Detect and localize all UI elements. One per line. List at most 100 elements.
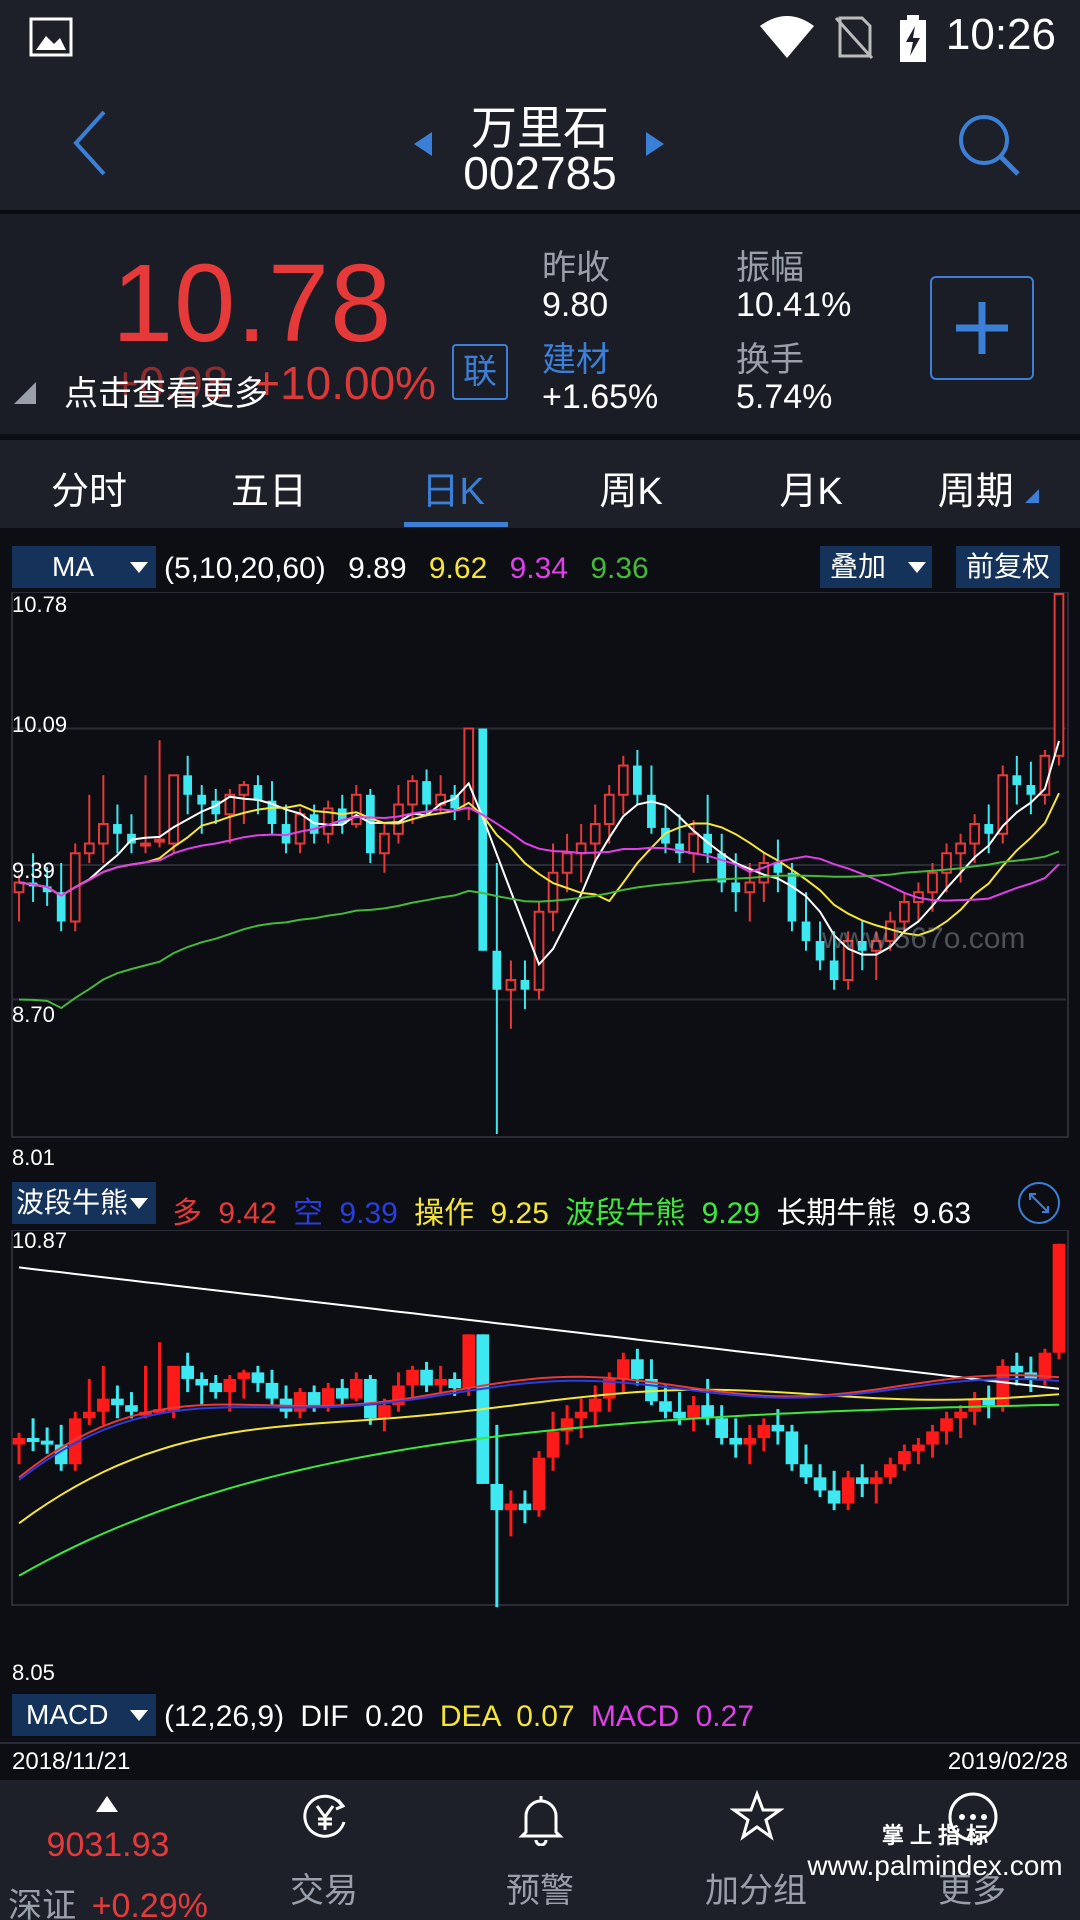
candle (422, 781, 431, 805)
sub-indicator-chart[interactable] (0, 1230, 1080, 1610)
main-indicator-name: MA (52, 551, 94, 582)
sub-candle (82, 1411, 96, 1419)
sub-candle (364, 1378, 377, 1419)
sub-candle (378, 1405, 391, 1419)
sub-candle (209, 1382, 223, 1393)
bd-label: 波段牛熊 (565, 1197, 686, 1230)
tab-period[interactable]: 周期 (914, 460, 1064, 515)
bottom-nav: 9031.93 深证 +0.29% 交易 预警 加分组 更多 掌 上 指 标 w… (0, 1780, 1080, 1920)
ma10-value: 9.62 (428, 552, 488, 585)
ma60-value: 9.36 (590, 552, 649, 585)
dif-value: 0.20 (365, 1700, 424, 1733)
tab-intraday[interactable]: 分时 (14, 460, 164, 515)
sub-candle (574, 1411, 588, 1419)
stock-code: 002785 (463, 147, 617, 199)
sub-indicator-legend: 波段牛熊 多 9.42 空 9.39 操作 9.25 波段牛熊 9.29 长期牛… (0, 1178, 1080, 1230)
duo-value: 9.42 (218, 1197, 277, 1230)
sub-axis-max: 10.87 (12, 1228, 68, 1253)
sub-candle (321, 1388, 335, 1406)
change-percent: +10.00% (253, 357, 437, 409)
overlay-select[interactable]: 叠加 (820, 546, 932, 588)
sub-candle (195, 1378, 209, 1386)
tab-daily-k[interactable]: 日K (378, 460, 528, 515)
nav-trade[interactable]: 交易 (216, 1780, 432, 1920)
kline-chart[interactable] (0, 592, 1080, 1142)
linked-button[interactable]: 联 (452, 344, 508, 400)
plus-icon (956, 302, 1008, 354)
ma-params: (5,10,20,60) (164, 552, 326, 585)
sub-candle (490, 1483, 504, 1511)
sub-candle (125, 1405, 138, 1412)
clock: 10:26 (945, 10, 1056, 59)
index-ticker[interactable]: 9031.93 深证 +0.29% (0, 1780, 216, 1920)
turnover-value: 5.74% (736, 378, 833, 416)
next-stock-icon[interactable] (644, 130, 666, 158)
candle (505, 978, 517, 991)
tab-weekly-k[interactable]: 周K (556, 460, 706, 515)
overlay-label: 叠加 (830, 551, 887, 582)
sub-candle (349, 1378, 363, 1399)
macd-indicator-select[interactable]: MACD (12, 1694, 156, 1736)
candle (1012, 775, 1022, 786)
amplitude-label: 振幅 (736, 249, 804, 287)
candle (829, 960, 839, 980)
candle (617, 764, 629, 796)
long-value: 9.63 (912, 1197, 972, 1230)
candle (801, 921, 811, 942)
candle (744, 881, 756, 894)
candle (589, 823, 601, 845)
sub-candle (167, 1365, 180, 1412)
sub-candle (799, 1464, 813, 1478)
sub-candle (813, 1477, 827, 1491)
gallery-icon (29, 17, 73, 57)
candle (140, 842, 151, 847)
search-icon[interactable] (956, 112, 1022, 178)
nav-alert-label: 预警 (506, 1872, 574, 1910)
long-label: 长期牛熊 (776, 1197, 897, 1230)
sub-candle (588, 1398, 602, 1412)
active-tab-indicator (404, 522, 508, 527)
tab-monthly-k[interactable]: 月K (736, 460, 886, 515)
quote-panel[interactable]: 10.78 +0.98 +10.00% 点击查看更多 联 昨收 9.80 建材 … (0, 214, 1080, 434)
candle (183, 775, 193, 795)
chevron-down-icon (130, 1198, 148, 1209)
sub-candle (237, 1372, 251, 1379)
status-bar: 10:26 (0, 0, 1080, 78)
candle (350, 793, 362, 826)
amplitude-value: 10.41% (736, 286, 852, 324)
sub-candle (420, 1369, 433, 1386)
more-tip[interactable]: 点击查看更多 (64, 366, 268, 415)
prev-close-value: 9.80 (542, 286, 609, 324)
sub-candle (12, 1437, 26, 1445)
sector-label[interactable]: 建材 (542, 332, 610, 381)
candle (547, 871, 559, 913)
nav-alert[interactable]: 预警 (432, 1780, 648, 1920)
chart-area[interactable]: MA (5,10,20,60) 9.89 9.62 9.34 9.36 叠加 前… (0, 530, 1080, 1780)
watermark-title: 掌 上 指 标 (881, 1823, 989, 1848)
last-price: 10.78 (112, 242, 393, 365)
candle (366, 794, 375, 854)
main-indicator-select[interactable]: MA (12, 546, 156, 588)
macd-value: 0.27 (695, 1700, 755, 1733)
sub-candle (841, 1477, 855, 1504)
start-date: 2018/11/21 (12, 1748, 131, 1775)
no-sim-icon (834, 16, 874, 60)
up-arrow-icon (96, 1796, 118, 1812)
candle (1053, 593, 1065, 757)
axis-label-max: 10.78 (12, 592, 68, 617)
candle (407, 780, 418, 806)
add-watchlist-button[interactable] (930, 276, 1034, 380)
index-value: 9031.93 (46, 1826, 170, 1864)
sub-indicator-select[interactable]: 波段牛熊 (12, 1182, 156, 1224)
tab-five-day[interactable]: 五日 (194, 460, 344, 515)
sub-candle (926, 1431, 939, 1445)
candle (787, 872, 797, 922)
chevron-down-icon (908, 562, 926, 573)
adjust-button[interactable]: 前复权 (956, 546, 1061, 588)
expand-icon[interactable] (1016, 1180, 1062, 1226)
date-axis: 2018/11/21 2019/02/28 (0, 1742, 1080, 1778)
sub-candle (518, 1503, 532, 1511)
sub-indicator-name: 波段牛熊 (16, 1187, 129, 1218)
ma-legend: MA (5,10,20,60) 9.89 9.62 9.34 9.36 叠加 前… (0, 542, 1080, 592)
sub-candle (631, 1359, 644, 1379)
